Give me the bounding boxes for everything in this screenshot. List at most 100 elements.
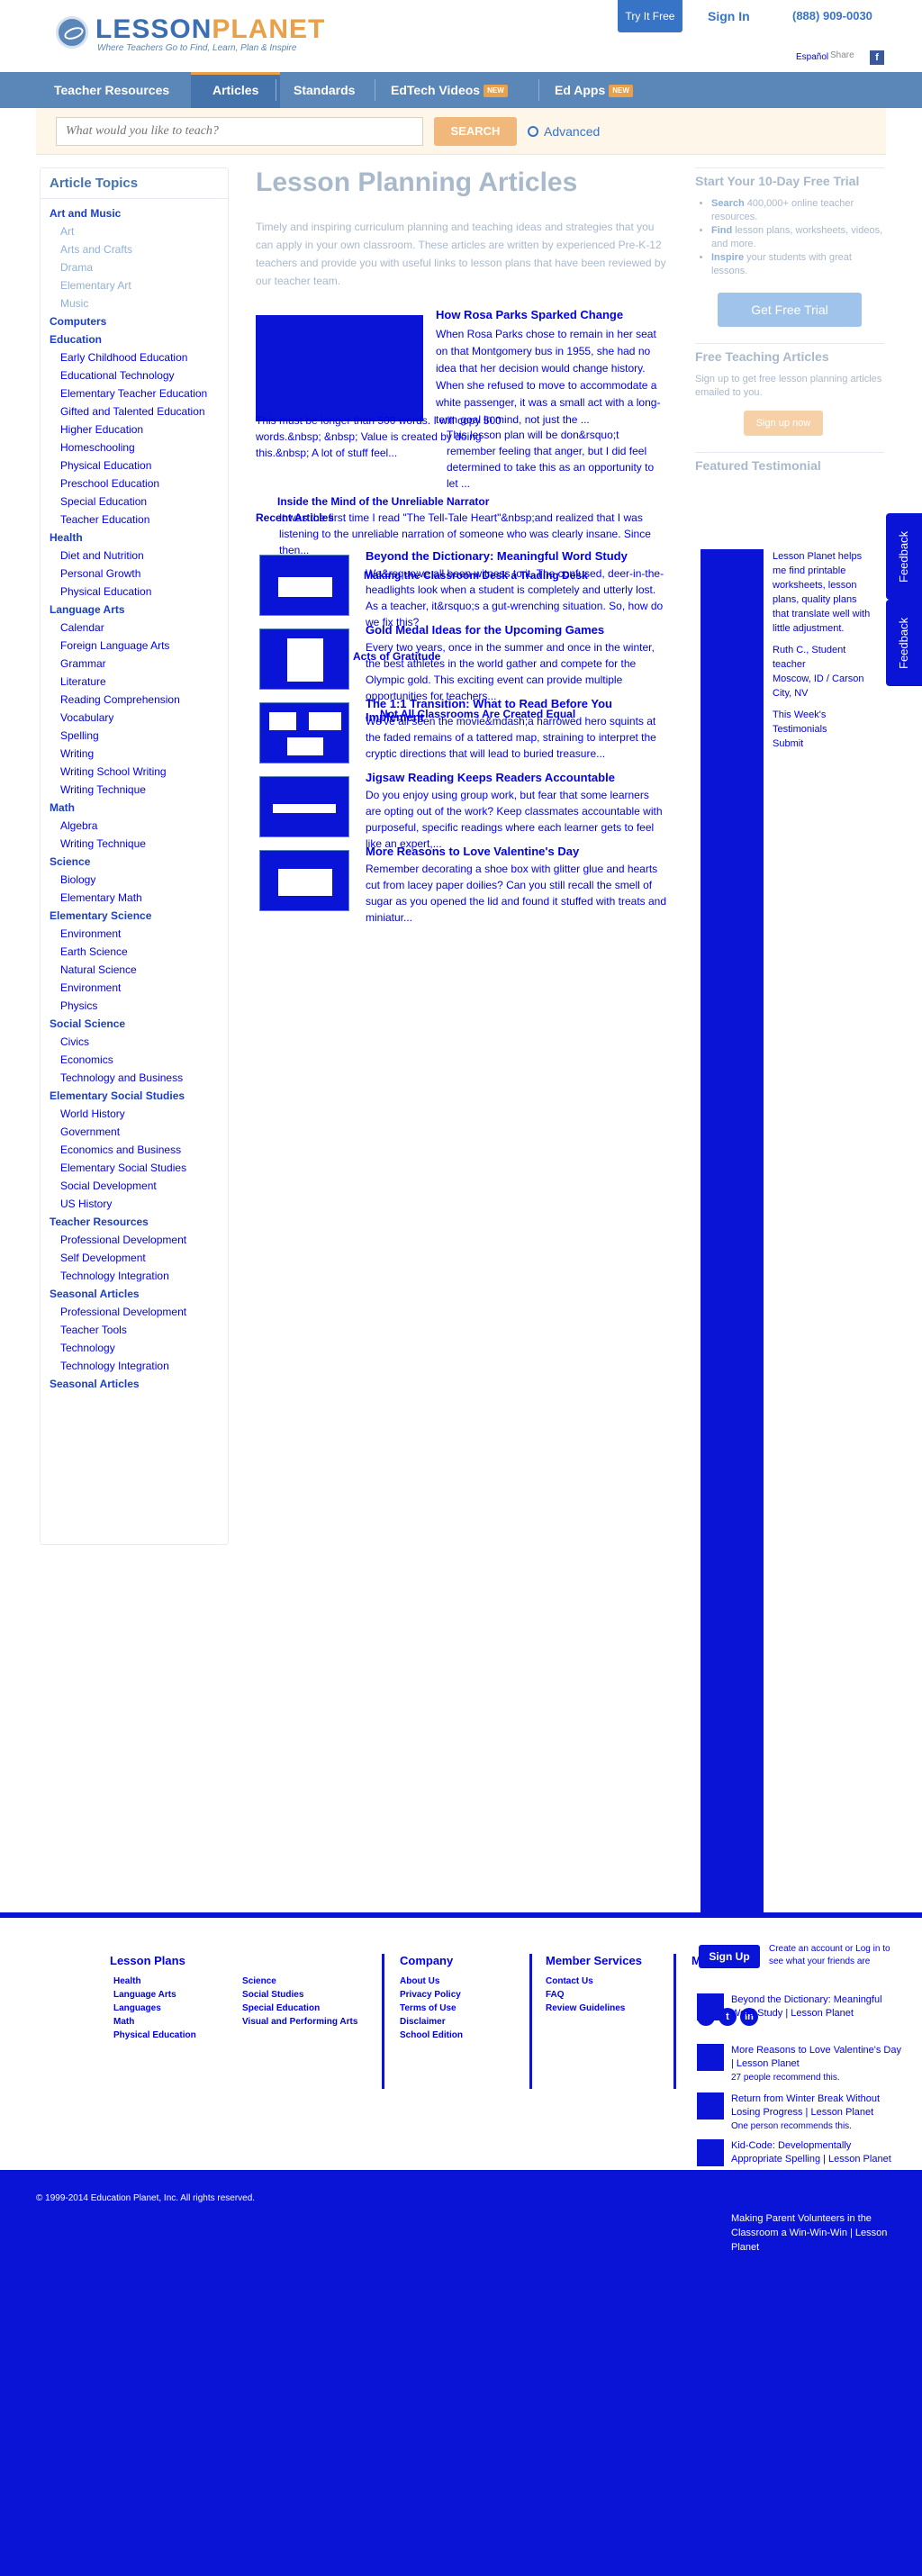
- sidebar-item[interactable]: Early Childhood Education: [50, 348, 219, 366]
- advanced-search-link[interactable]: Advanced: [528, 124, 600, 139]
- sidebar-item[interactable]: Physics: [50, 997, 219, 1015]
- footer-link[interactable]: Review Guidelines: [546, 2002, 642, 2015]
- sidebar-item[interactable]: Physical Education: [50, 456, 219, 475]
- sidebar-item[interactable]: Math: [50, 799, 219, 817]
- sidebar-item[interactable]: Writing Technique: [50, 781, 219, 799]
- footer-link[interactable]: Social Studies: [242, 1988, 357, 2002]
- sidebar-item[interactable]: Teacher Resources: [50, 1213, 219, 1231]
- sidebar-item[interactable]: Grammar: [50, 655, 219, 673]
- logo[interactable]: LESSONPLANET Where Teachers Go to Find, …: [56, 13, 380, 56]
- bottom-article-link[interactable]: Making Parent Volunteers in the Classroo…: [731, 2211, 902, 2255]
- featured-article-title[interactable]: How Rosa Parks Sparked Change: [436, 308, 623, 321]
- sidebar-item[interactable]: Elementary Teacher Education: [50, 384, 219, 402]
- article-title[interactable]: Gold Medal Ideas for the Upcoming Games: [366, 623, 604, 637]
- footer-link[interactable]: Math: [113, 2015, 196, 2029]
- sidebar-item[interactable]: Professional Development: [50, 1231, 219, 1249]
- nav-ed-apps[interactable]: Ed Apps NEW: [555, 72, 633, 108]
- sidebar-item[interactable]: Gifted and Talented Education: [50, 402, 219, 420]
- sidebar-item[interactable]: Education: [50, 330, 219, 348]
- footer-link[interactable]: Physical Education: [113, 2029, 196, 2042]
- sidebar-item[interactable]: Diet and Nutrition: [50, 547, 219, 565]
- footer-link[interactable]: School Edition: [400, 2029, 463, 2042]
- sidebar-item[interactable]: Arts and Crafts: [50, 240, 219, 258]
- sidebar-item[interactable]: Computers: [50, 312, 219, 330]
- footer-link[interactable]: Terms of Use: [400, 2002, 463, 2015]
- nav-articles[interactable]: Articles: [191, 72, 281, 108]
- footer-link[interactable]: About Us: [400, 1975, 463, 1988]
- footer-link[interactable]: Disclaimer: [400, 2015, 463, 2029]
- sidebar-item[interactable]: Writing: [50, 745, 219, 763]
- article-thumbnail[interactable]: [259, 702, 349, 764]
- sidebar-item[interactable]: Technology Integration: [50, 1267, 219, 1285]
- related-title[interactable]: More Reasons to Love Valentine's Day | L…: [731, 2044, 904, 2071]
- featured-thumbnail[interactable]: [256, 315, 423, 421]
- sidebar-item[interactable]: Environment: [50, 925, 219, 943]
- facebook-icon[interactable]: f: [870, 50, 884, 65]
- footer-link[interactable]: Languages: [113, 2002, 196, 2015]
- sidebar-item[interactable]: Writing Technique: [50, 835, 219, 853]
- weeks-testimonials-link[interactable]: This Week's Testimonials: [773, 708, 873, 737]
- sidebar-item[interactable]: Drama: [50, 258, 219, 276]
- footer-link[interactable]: FAQ: [546, 1988, 642, 2002]
- article-thumbnail[interactable]: [259, 628, 349, 690]
- search-button[interactable]: SEARCH: [434, 117, 517, 146]
- nav-edtech-videos[interactable]: EdTech Videos NEW: [391, 72, 508, 108]
- article-title[interactable]: Jigsaw Reading Keeps Readers Accountable: [366, 771, 615, 784]
- sidebar-item[interactable]: Foreign Language Arts: [50, 637, 219, 655]
- article-thumbnail[interactable]: [259, 555, 349, 616]
- sidebar-item[interactable]: Social Development: [50, 1177, 219, 1195]
- article-thumbnail[interactable]: [259, 776, 349, 837]
- sidebar-item[interactable]: Seasonal Articles: [50, 1285, 219, 1303]
- sidebar-item[interactable]: Calendar: [50, 619, 219, 637]
- sidebar-item[interactable]: Health: [50, 529, 219, 547]
- sidebar-item[interactable]: Earth Science: [50, 943, 219, 961]
- sidebar-item[interactable]: Economics: [50, 1051, 219, 1069]
- sidebar-item[interactable]: Elementary Science: [50, 907, 219, 925]
- article-title[interactable]: Acts of Gratitude: [353, 648, 440, 664]
- sidebar-item[interactable]: Professional Development: [50, 1303, 219, 1321]
- sidebar-item[interactable]: Self Development: [50, 1249, 219, 1267]
- sidebar-item[interactable]: Natural Science: [50, 961, 219, 979]
- sidebar-item[interactable]: Art: [50, 222, 219, 240]
- sidebar-item[interactable]: Technology Integration: [50, 1357, 219, 1375]
- try-it-free-button[interactable]: Try It Free: [618, 0, 682, 32]
- sidebar-item[interactable]: Music: [50, 294, 219, 312]
- feedback-tab[interactable]: Feedback: [886, 600, 922, 686]
- article-title[interactable]: Beyond the Dictionary: Meaningful Word S…: [366, 549, 628, 563]
- footer-link[interactable]: Contact Us: [546, 1975, 642, 1988]
- sidebar-item[interactable]: Personal Growth: [50, 565, 219, 583]
- sidebar-item[interactable]: US History: [50, 1195, 219, 1213]
- article-title[interactable]: Making the Classroom Desk a Trading Desk: [364, 567, 588, 583]
- sidebar-item[interactable]: Elementary Social Studies: [50, 1087, 219, 1105]
- sidebar-item[interactable]: Vocabulary: [50, 709, 219, 727]
- sidebar-item[interactable]: Educational Technology: [50, 366, 219, 384]
- sidebar-item[interactable]: Teacher Education: [50, 511, 219, 529]
- sidebar-item[interactable]: Teacher Tools: [50, 1321, 219, 1339]
- sidebar-item[interactable]: Reading Comprehension: [50, 691, 219, 709]
- article-thumbnail[interactable]: [259, 850, 349, 911]
- sidebar-item[interactable]: World History: [50, 1105, 219, 1123]
- language-link[interactable]: Español: [796, 52, 828, 62]
- feedback-tab[interactable]: Feedback: [886, 513, 922, 600]
- sidebar-item[interactable]: Economics and Business: [50, 1141, 219, 1159]
- sidebar-item[interactable]: Elementary Art: [50, 276, 219, 294]
- submit-testimonial-link[interactable]: Submit: [773, 737, 873, 751]
- article-title[interactable]: Inside the Mind of the Unreliable Narrat…: [277, 493, 489, 510]
- sidebar-item[interactable]: Physical Education: [50, 583, 219, 601]
- footer-link[interactable]: Language Arts: [113, 1988, 196, 2002]
- sidebar-item[interactable]: Preschool Education: [50, 475, 219, 493]
- sidebar-item[interactable]: Science: [50, 853, 219, 871]
- sidebar-item[interactable]: Literature: [50, 673, 219, 691]
- sidebar-item[interactable]: Art and Music: [50, 204, 219, 222]
- sidebar-item[interactable]: Homeschooling: [50, 438, 219, 456]
- related-title[interactable]: Kid-Code: Developmentally Appropriate Sp…: [731, 2139, 904, 2166]
- sidebar-item[interactable]: Civics: [50, 1033, 219, 1051]
- footer-link[interactable]: Special Education: [242, 2002, 357, 2015]
- sidebar-item[interactable]: Environment: [50, 979, 219, 997]
- sidebar-item[interactable]: Higher Education: [50, 420, 219, 438]
- search-input[interactable]: [56, 117, 423, 146]
- sidebar-item[interactable]: Biology: [50, 871, 219, 889]
- get-free-trial-button[interactable]: Get Free Trial: [718, 293, 862, 327]
- footer-link[interactable]: Privacy Policy: [400, 1988, 463, 2002]
- sign-up-now-button[interactable]: Sign up now: [744, 411, 823, 436]
